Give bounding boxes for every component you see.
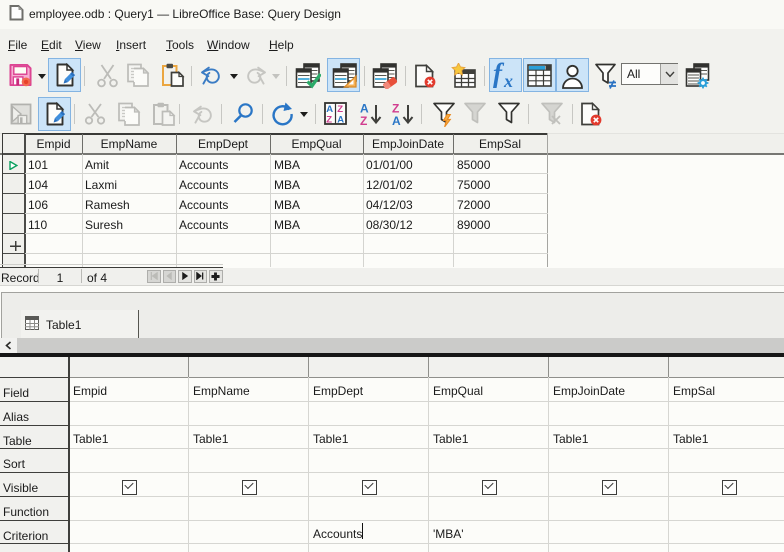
svg-text:A: A: [392, 114, 401, 126]
svg-text:Z: Z: [337, 104, 343, 115]
svg-text:Z: Z: [326, 115, 332, 126]
svg-text:x: x: [503, 71, 513, 89]
svg-text:A: A: [337, 115, 344, 126]
svg-text:Z: Z: [360, 114, 367, 126]
svg-text:A: A: [326, 104, 333, 115]
